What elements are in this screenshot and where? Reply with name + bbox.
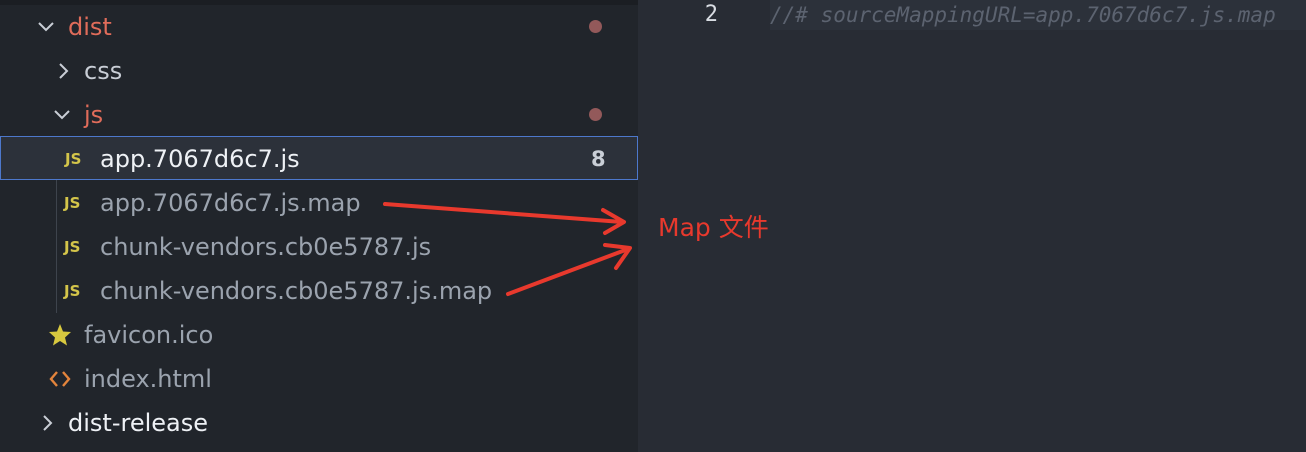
tree-file-app-js-map[interactable]: JS app.7067d6c7.js.map: [0, 181, 638, 225]
tree-item-label: index.html: [84, 365, 212, 393]
tree-file-favicon[interactable]: favicon.ico: [0, 313, 638, 357]
star-icon: [48, 313, 72, 357]
tree-item-label: chunk-vendors.cb0e5787.js.map: [100, 277, 493, 305]
annotation-label: Map 文件: [658, 213, 769, 242]
tree-file-index-html[interactable]: index.html: [0, 357, 638, 401]
html-brackets-icon: [48, 357, 72, 401]
tree-file-chunk-vendors-js[interactable]: JS chunk-vendors.cb0e5787.js: [0, 225, 638, 269]
js-file-icon: JS: [65, 150, 82, 168]
tree-folder-dist-release[interactable]: dist-release: [0, 401, 638, 445]
js-file-icon: JS: [64, 194, 81, 212]
tree-item-label: css: [84, 57, 123, 85]
modified-dot-icon: [589, 20, 602, 33]
tree-item-label: app.7067d6c7.js.map: [100, 189, 361, 217]
tree-item-label: favicon.ico: [84, 321, 214, 349]
current-line-highlight[interactable]: //# sourceMappingURL=app.7067d6c7.js.map: [770, 0, 1306, 30]
code-comment: //# sourceMappingURL=app.7067d6c7.js.map: [770, 3, 1276, 27]
tree-item-label: js: [84, 101, 104, 129]
chevron-down-icon[interactable]: [36, 5, 56, 49]
tree-item-label: dist: [68, 13, 112, 41]
line-number: 2: [704, 2, 718, 27]
tree-item-label: chunk-vendors.cb0e5787.js: [100, 233, 432, 261]
modified-dot-icon: [589, 108, 602, 121]
chevron-right-icon[interactable]: [54, 49, 74, 93]
file-explorer: dist css js JS app.7067d6c7.js 8 JS app.…: [0, 0, 638, 452]
chevron-down-icon[interactable]: [52, 93, 72, 137]
chevron-right-icon[interactable]: [38, 401, 58, 445]
tree-file-app-js[interactable]: JS app.7067d6c7.js 8: [0, 136, 638, 180]
tree-item-label: dist-release: [68, 409, 208, 437]
tree-item-label: app.7067d6c7.js: [100, 145, 300, 173]
tree-file-chunk-vendors-js-map[interactable]: JS chunk-vendors.cb0e5787.js.map: [0, 269, 638, 313]
tree-folder-dist[interactable]: dist: [0, 5, 638, 49]
js-file-icon: JS: [64, 282, 81, 300]
tree-folder-css[interactable]: css: [0, 49, 638, 93]
indent-guide: [56, 180, 57, 313]
js-file-icon: JS: [64, 238, 81, 256]
problem-count-badge: 8: [591, 147, 606, 171]
tree-folder-js[interactable]: js: [0, 93, 638, 137]
